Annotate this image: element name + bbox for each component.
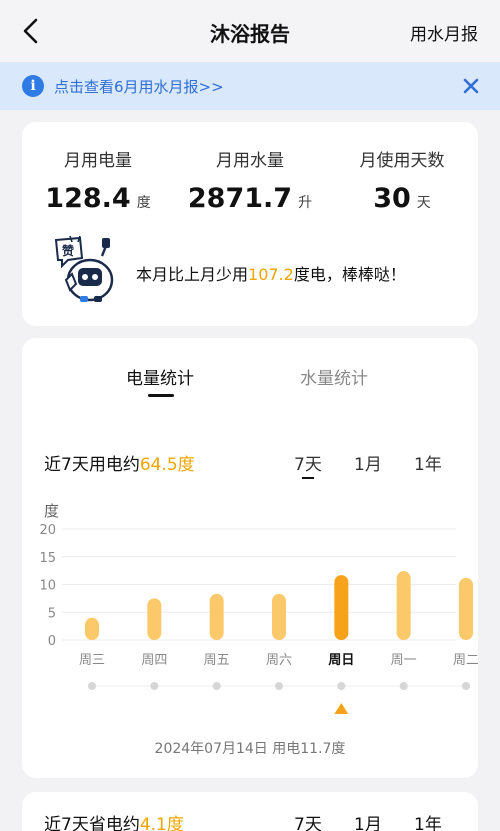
bar [147, 598, 162, 640]
comparison-prefix: 本月比上月少用 [136, 265, 249, 284]
stat-label: 月使用天数 [359, 151, 445, 171]
tab-electricity-stats[interactable]: 电量统计 [126, 364, 194, 389]
info-icon: i [22, 75, 44, 97]
comparison-text: 本月比上月少用107.2度电，棒棒哒！ [136, 261, 406, 285]
bar [459, 577, 473, 640]
range-option-1m[interactable]: 1月 [354, 450, 382, 475]
comparison-suffix: 度电，棒棒哒！ [293, 265, 406, 284]
mascot-thumbs-up-icon: 赞 [50, 234, 120, 306]
stat-unit: 天 [416, 195, 431, 211]
stat-unit: 度 [136, 195, 151, 211]
range-option-7d[interactable]: 7天 [294, 450, 322, 475]
savings-range-option-1y[interactable]: 1年 [414, 810, 442, 831]
selected-day-detail: 2024年07月14日 用电11.7度 [154, 741, 346, 757]
range-option-1y[interactable]: 1年 [414, 450, 442, 475]
stat-unit: 升 [298, 195, 313, 211]
x-tick-label: 周一 [391, 653, 417, 668]
timeline-dot [399, 682, 408, 690]
stat-label: 月用水量 [216, 151, 284, 171]
bar [209, 593, 224, 640]
daily-usage-bar-chart: 0 5 10 15 20 周三 周四 周五 周六 周日 周一 周二 [39, 523, 478, 714]
selected-marker-icon [334, 703, 349, 714]
x-tick-label: 周三 [79, 653, 105, 668]
stat-value: 128.4 [45, 183, 131, 214]
weekly-usage-prefix: 近7天用电约 [44, 455, 140, 475]
active-tab-indicator [148, 394, 174, 397]
y-tick-label: 10 [39, 579, 56, 594]
stat-electricity: 月用电量 128.4 度 [22, 146, 174, 214]
close-icon [463, 78, 479, 94]
timeline-dot [150, 682, 159, 690]
top-nav-bar: 沐浴报告 用水月报 [0, 0, 500, 62]
timeline-dot [337, 682, 346, 690]
timeline-dot [462, 682, 470, 690]
monthly-water-report-link[interactable]: 用水月报 [410, 20, 478, 45]
weekly-savings-prefix: 近7天省电约 [44, 815, 140, 831]
monthly-summary-card: 月用电量 128.4 度 月用水量 2871.7 升 月使用天数 30 天 赞 [22, 122, 478, 326]
comparison-value: 107.2 [248, 265, 294, 284]
x-tick-label: 周日 [328, 653, 354, 668]
y-tick-label: 5 [48, 606, 56, 621]
range-selected-indicator [302, 477, 314, 479]
bar [334, 575, 349, 640]
x-tick-label: 周四 [141, 653, 167, 668]
weekly-usage-value: 64.5度 [139, 455, 195, 475]
y-tick-label: 0 [48, 634, 56, 649]
stat-value: 30 [373, 183, 411, 214]
timeline-dot [275, 682, 283, 690]
usage-stats-card: 电量统计 水量统计 近7天用电约64.5度 7天 1月 1年 度 0 5 10 15 2… [22, 338, 478, 778]
timeline-dot [212, 682, 221, 690]
savings-range-option-7d[interactable]: 7天 [294, 810, 322, 831]
savings-card: 近7天省电约4.1度 7天 1月 1年 [22, 792, 478, 831]
stat-water: 月用水量 2871.7 升 [174, 146, 326, 214]
y-tick-label: 20 [39, 523, 56, 538]
banner-close-button[interactable] [462, 77, 480, 95]
tab-water-stats[interactable]: 水量统计 [300, 364, 368, 389]
stat-value: 2871.7 [187, 183, 293, 214]
report-notice-banner[interactable]: i 点击查看6月用水月报>> [0, 62, 500, 110]
banner-link-text[interactable]: 点击查看6月用水月报>> [54, 76, 224, 97]
timeline-dot [88, 682, 96, 690]
bar [85, 617, 99, 640]
stat-label: 月用电量 [64, 151, 132, 171]
x-tick-label: 周六 [266, 653, 292, 668]
weekly-savings-summary: 近7天省电约4.1度 [44, 810, 184, 831]
mascot-badge-text: 赞 [61, 243, 74, 258]
x-tick-label: 周五 [204, 653, 230, 668]
y-tick-label: 15 [39, 551, 56, 566]
weekly-usage-summary: 近7天用电约64.5度 [44, 450, 195, 475]
bar [272, 593, 286, 640]
bar [396, 571, 411, 640]
stat-days: 月使用天数 30 天 [326, 146, 478, 214]
x-tick-label: 周二 [453, 653, 478, 668]
savings-range-option-1m[interactable]: 1月 [354, 810, 382, 831]
weekly-savings-value: 4.1度 [139, 815, 184, 831]
